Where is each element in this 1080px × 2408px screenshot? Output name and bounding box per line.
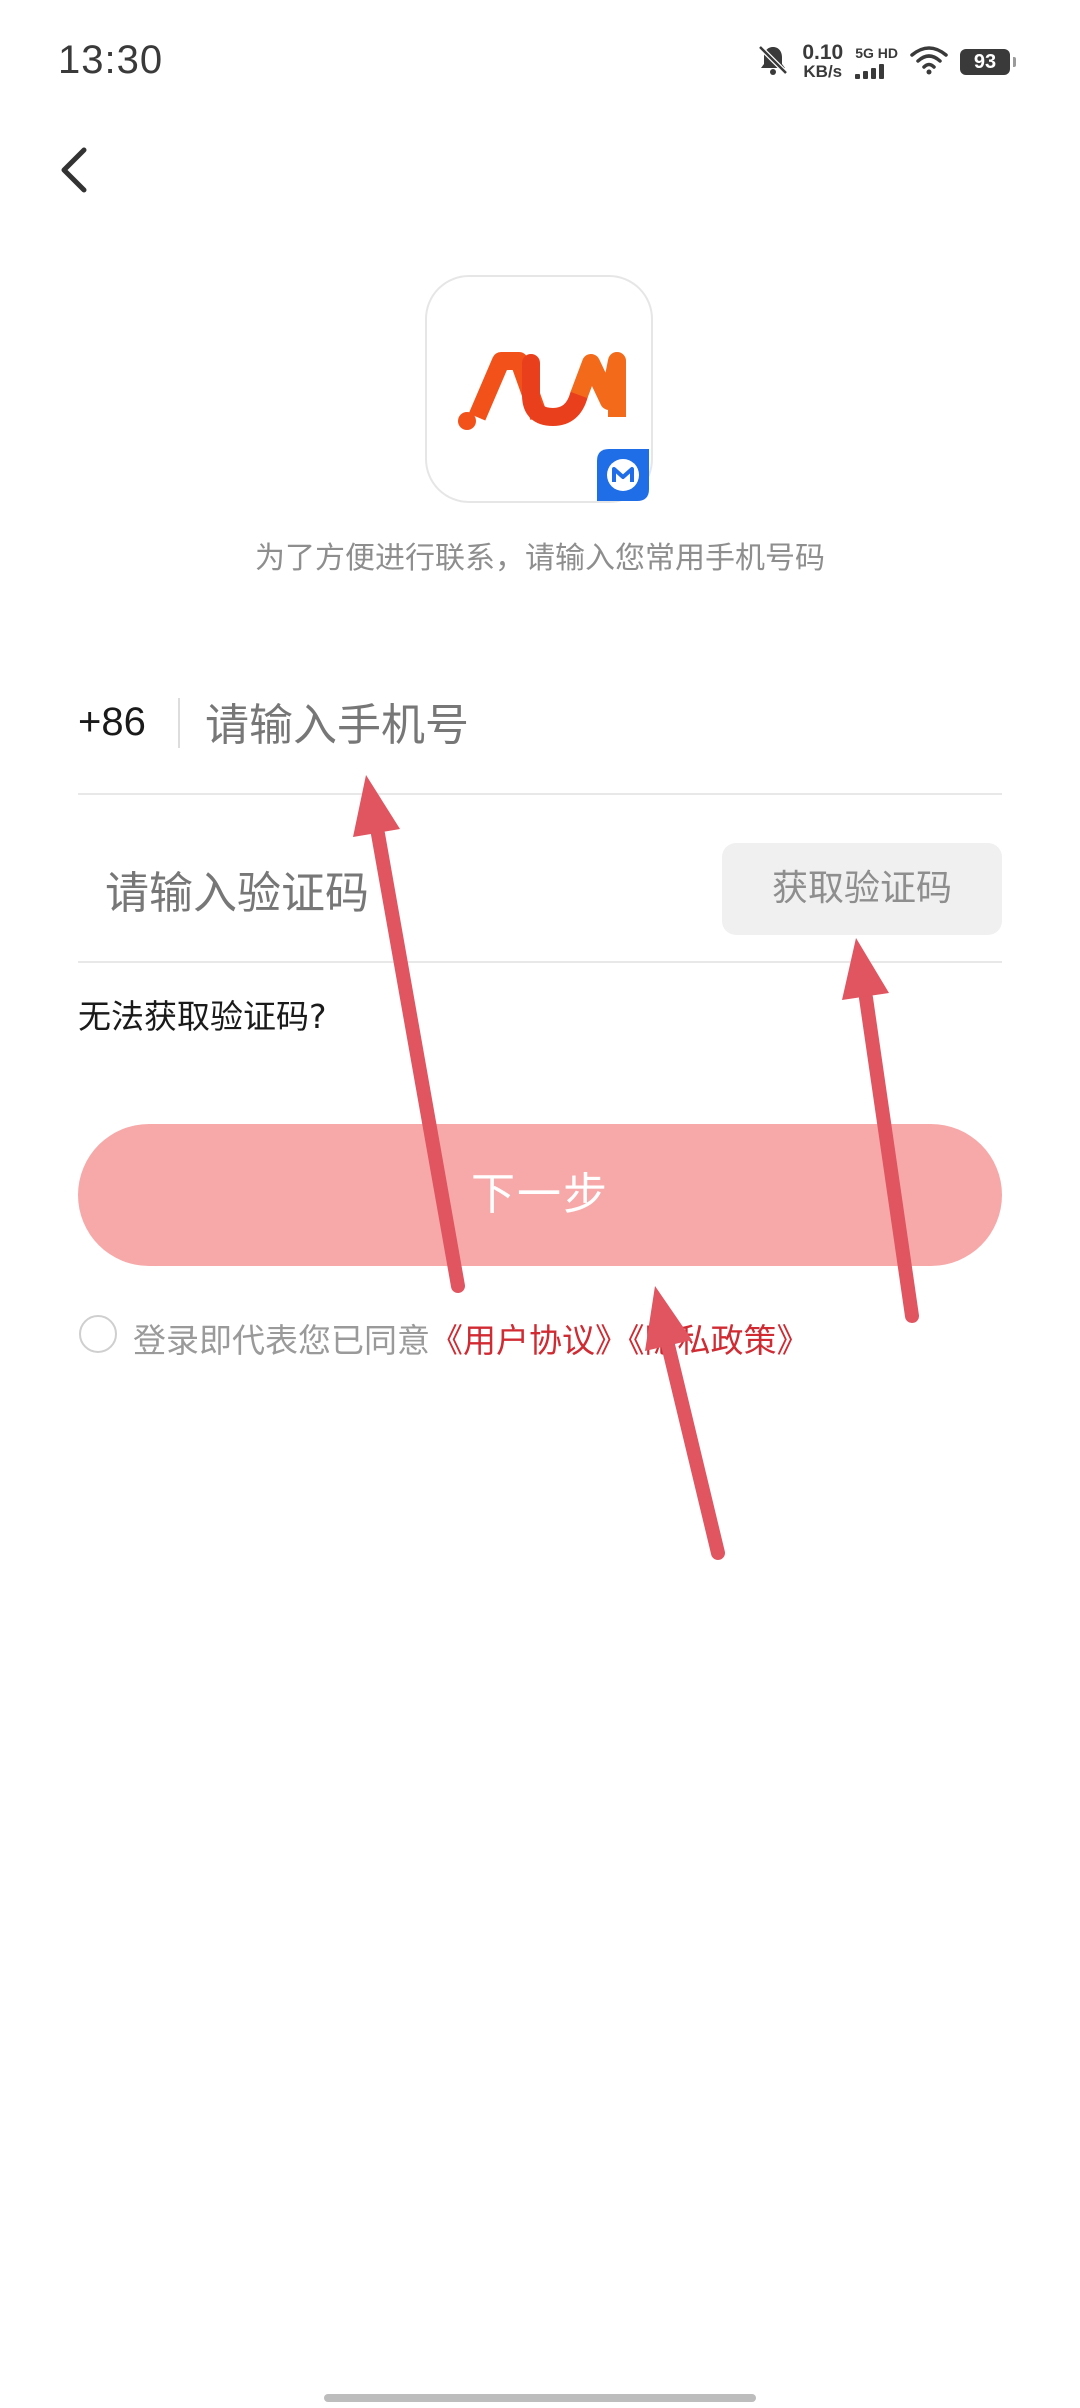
user-agreement-link[interactable]: 《用户协议》 [430,1321,628,1360]
back-button[interactable] [48,140,108,200]
app-logo [425,275,653,503]
status-time: 13:30 [58,38,164,82]
signal-bars-icon [855,63,885,79]
divider [178,698,180,748]
agreement-text: 登录即代表您已同意《用户协议》《隐私政策》 [133,1314,810,1362]
verification-code-input[interactable] [105,858,695,928]
cannot-receive-code-link[interactable]: 无法获取验证码? [78,990,327,1038]
login-hint-text: 为了方便进行联系，请输入您常用手机号码 [255,541,825,576]
get-code-button[interactable]: 获取验证码 [722,843,1002,935]
next-button[interactable]: 下一步 [78,1124,1002,1266]
network-speed-unit: KB/s [803,62,843,81]
phone-input[interactable] [205,690,995,760]
ajm-logo-icon [458,352,649,501]
home-indicator[interactable] [324,2394,756,2402]
divider [78,793,1002,795]
network-speed: 0.10 KB/s [802,41,844,81]
divider [78,961,1002,963]
bell-muted-icon [756,43,790,81]
wifi-icon [910,45,948,79]
battery-icon: 93 [960,49,1016,75]
network-speed-value: 0.10 [802,41,844,64]
privacy-policy-link[interactable]: 《隐私政策》 [628,1321,810,1360]
login-screen: 13:30 0.10 KB/s 5G HD 93 为了方便进行联系，请输入您常用… [0,0,1080,2408]
country-code[interactable]: +86 [78,700,146,745]
chevron-left-icon [61,147,87,193]
m-badge-icon [597,449,649,501]
agreement-prefix: 登录即代表您已同意 [133,1321,430,1360]
network-type: 5G HD [855,45,898,61]
status-icons: 0.10 KB/s 5G HD 93 [756,40,1016,84]
signal-strength: 5G HD [855,45,898,79]
agreement-checkbox[interactable] [79,1315,117,1353]
